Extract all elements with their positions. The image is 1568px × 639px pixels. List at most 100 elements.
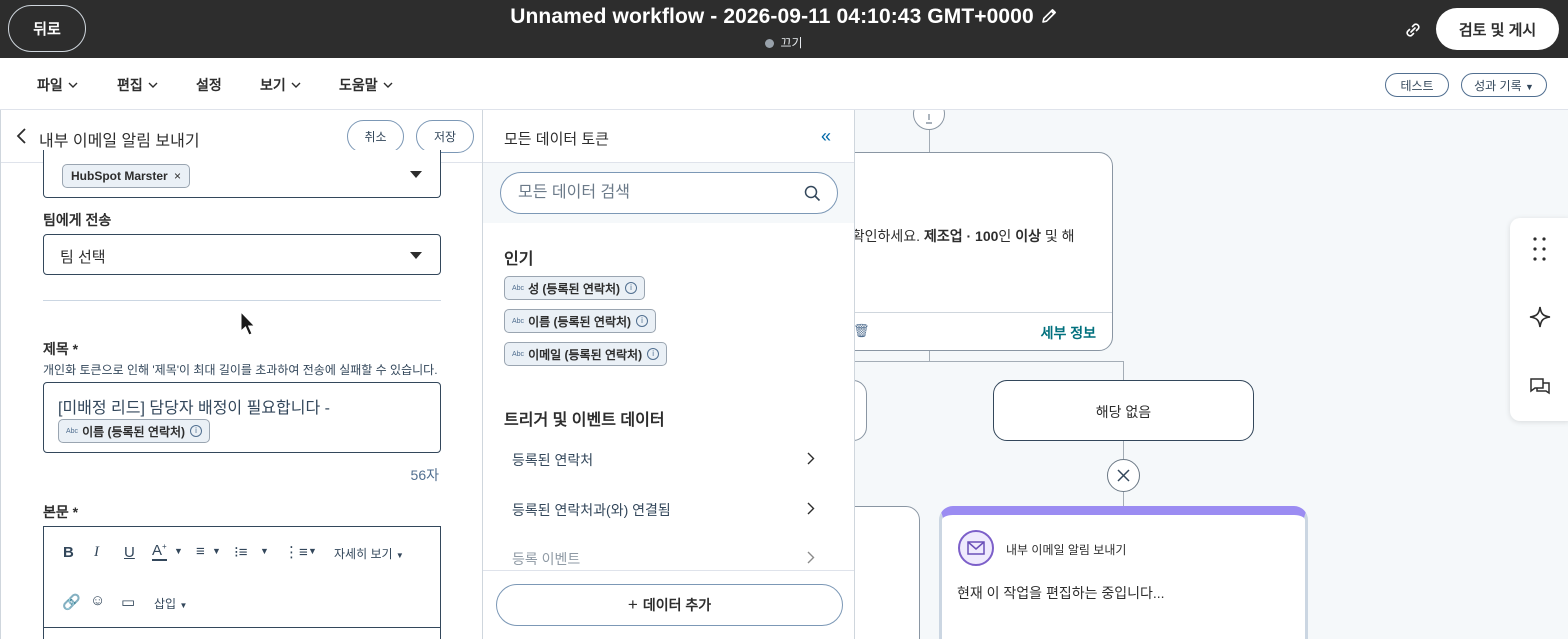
branch-node[interactable]: [855, 380, 867, 441]
popular-token[interactable]: Abc 이름 (등록된 연락처) i: [504, 309, 657, 333]
team-select[interactable]: 팀 선택: [43, 234, 441, 275]
chevron-down-icon: [291, 75, 301, 91]
chevron-down-icon: [68, 75, 78, 91]
add-data-button[interactable]: + 데이터 추가: [496, 584, 843, 626]
chevron-down-icon: [148, 75, 158, 91]
numbered-list-icon[interactable]: ⋮≡: [284, 543, 308, 561]
status-dot-icon: [765, 39, 775, 48]
add-step-button[interactable]: [913, 110, 945, 130]
trigger-section-title: 트리거 및 이벤트 데이터: [504, 412, 665, 429]
pencil-icon[interactable]: [1040, 7, 1058, 31]
trigger-item-label: 등록 이벤트: [512, 551, 581, 567]
caret-down-icon[interactable]: ▼: [212, 546, 221, 556]
menu-settings[interactable]: 설정: [196, 75, 222, 95]
token-label: 성 (등록된 연락처): [528, 281, 621, 296]
subject-input[interactable]: [미배정 리드] 담당자 배정이 필요합니다 - Abc 이름 (등록된 연락처)…: [43, 382, 441, 453]
close-icon[interactable]: ×: [174, 169, 181, 183]
double-chevron-left-icon[interactable]: «: [821, 126, 831, 147]
info-icon[interactable]: i: [636, 315, 649, 327]
popular-section-title: 인기: [504, 251, 534, 268]
text-type-icon: Abc: [66, 427, 79, 435]
menu-edit[interactable]: 편집: [117, 75, 158, 95]
close-icon: [1117, 469, 1130, 482]
card-text-bold: 이상: [1015, 228, 1041, 244]
chat-icon[interactable]: [1528, 376, 1552, 403]
save-button[interactable]: 저장: [416, 120, 474, 153]
subject-text: [미배정 리드] 담당자 배정이 필요합니다 -: [58, 400, 330, 417]
none-branch-label: 해당 없음: [1095, 404, 1152, 420]
plus-icon: +: [627, 595, 638, 614]
performance-history-button[interactable]: 성과 기록 ▼: [1461, 73, 1547, 97]
menu-label: 편집: [117, 77, 143, 93]
text-type-icon: Abc: [512, 284, 525, 292]
trigger-item[interactable]: 등록된 연락처: [512, 450, 815, 470]
caret-down-icon[interactable]: ▼: [174, 546, 183, 556]
user-recipients-select[interactable]: HubSpot Marster ×: [43, 150, 441, 198]
token-label: 이메일 (등록된 연락처): [528, 347, 643, 362]
info-icon[interactable]: i: [190, 425, 203, 437]
info-icon[interactable]: i: [625, 282, 638, 294]
char-count: 56자: [410, 467, 439, 483]
align-icon[interactable]: ≡: [196, 543, 205, 560]
workflow-canvas[interactable]: . 확인하세요. 제조업 · 100인 이상 및 해 🗑 세부 정보 해당 없음…: [855, 110, 1568, 639]
bold-icon[interactable]: B: [63, 544, 74, 561]
menu-view[interactable]: 보기: [260, 75, 301, 95]
emoji-icon[interactable]: ☺: [90, 592, 105, 609]
caret-down-icon: [410, 251, 422, 259]
workflow-title-text: Unnamed workflow - 2026-09-11 04:10:43 G…: [510, 5, 1034, 28]
image-icon[interactable]: ▭: [121, 593, 135, 611]
caret-down-icon[interactable]: ▼: [308, 546, 317, 556]
caret-down-icon: ▼: [1524, 81, 1534, 92]
branch-card[interactable]: . 확인하세요. 제조업 · 100인 이상 및 해 🗑 세부 정보: [855, 152, 1113, 351]
top-bar: 뒤로 Unnamed workflow - 2026-09-11 04:10:4…: [0, 0, 1568, 58]
user-tag-label: HubSpot Marster: [71, 169, 168, 183]
caret-down-icon: [410, 170, 422, 178]
action-card-partial[interactable]: [855, 506, 920, 639]
trigger-item-label: 등록된 연락처: [512, 452, 594, 468]
link-icon[interactable]: 🔗: [62, 593, 81, 611]
cancel-button[interactable]: 취소: [347, 120, 404, 153]
panel-header: 모든 데이터 토큰 «: [483, 110, 854, 163]
underline-icon[interactable]: U: [124, 544, 135, 561]
body-editor[interactable]: B I U A+ ▼ ≡ ▼ ⁝≡ ▼ ⋮≡ ▼ 자세히 보기 ▼ 🔗 ☺ ▭ …: [43, 526, 441, 639]
link-icon[interactable]: [1402, 19, 1424, 46]
rich-text-toolbar: B I U A+ ▼ ≡ ▼ ⁝≡ ▼ ⋮≡ ▼ 자세히 보기 ▼ 🔗 ☺ ▭ …: [44, 527, 440, 627]
data-token-panel: 모든 데이터 토큰 « 인기 Abc성 (등록된 연락처) i Abc이름 (등록…: [483, 110, 855, 639]
grid-dots-icon[interactable]: [1531, 236, 1549, 267]
text-color-icon[interactable]: A+: [152, 542, 167, 561]
menu-help[interactable]: 도움말: [339, 75, 393, 95]
popular-token[interactable]: Abc 성 (등록된 연락처) i: [504, 276, 646, 300]
chevron-left-icon[interactable]: [16, 128, 28, 149]
test-button[interactable]: 테스트: [1385, 73, 1449, 97]
search-area: [483, 163, 854, 223]
search-input[interactable]: [500, 172, 838, 214]
caret-down-icon[interactable]: ▼: [260, 546, 269, 556]
performance-label: 성과 기록: [1474, 78, 1522, 93]
subject-token[interactable]: Abc 이름 (등록된 연락처) i: [58, 419, 211, 443]
menu-file[interactable]: 파일: [37, 75, 78, 95]
trigger-item[interactable]: 등록된 연락처과(와) 연결됨: [512, 500, 815, 520]
italic-icon[interactable]: I: [94, 544, 99, 561]
more-button[interactable]: 자세히 보기 ▼: [334, 545, 404, 562]
none-branch-node[interactable]: 해당 없음: [993, 380, 1254, 441]
trigger-item-label: 등록된 연락처과(와) 연결됨: [512, 502, 671, 518]
review-publish-button[interactable]: 검토 및 게시: [1436, 8, 1559, 50]
info-icon[interactable]: i: [647, 348, 660, 360]
sparkle-icon[interactable]: [1528, 305, 1552, 334]
details-link[interactable]: 세부 정보: [1041, 323, 1096, 343]
email-action-card[interactable]: 내부 이메일 알림 보내기 현재 이 작업을 편집하는 중입니다...: [939, 506, 1308, 639]
insert-button[interactable]: 삽입 ▼: [154, 595, 187, 612]
trigger-item[interactable]: 등록 이벤트: [512, 549, 815, 569]
panel-title: 내부 이메일 알림 보내기: [39, 133, 200, 150]
plus-icon: [925, 114, 933, 125]
menu-label: 보기: [260, 77, 286, 93]
chevron-down-icon: [383, 75, 393, 91]
chevron-right-icon: [807, 502, 815, 518]
remove-branch-button[interactable]: [1107, 459, 1140, 492]
workflow-title[interactable]: Unnamed workflow - 2026-09-11 04:10:43 G…: [0, 5, 1568, 31]
delete-icon[interactable]: 🗑: [855, 323, 870, 339]
status-text: 끄기: [780, 36, 803, 50]
popular-token[interactable]: Abc 이메일 (등록된 연락처) i: [504, 342, 668, 366]
connector-line: [855, 361, 1124, 362]
bullet-list-icon[interactable]: ⁝≡: [234, 543, 248, 561]
